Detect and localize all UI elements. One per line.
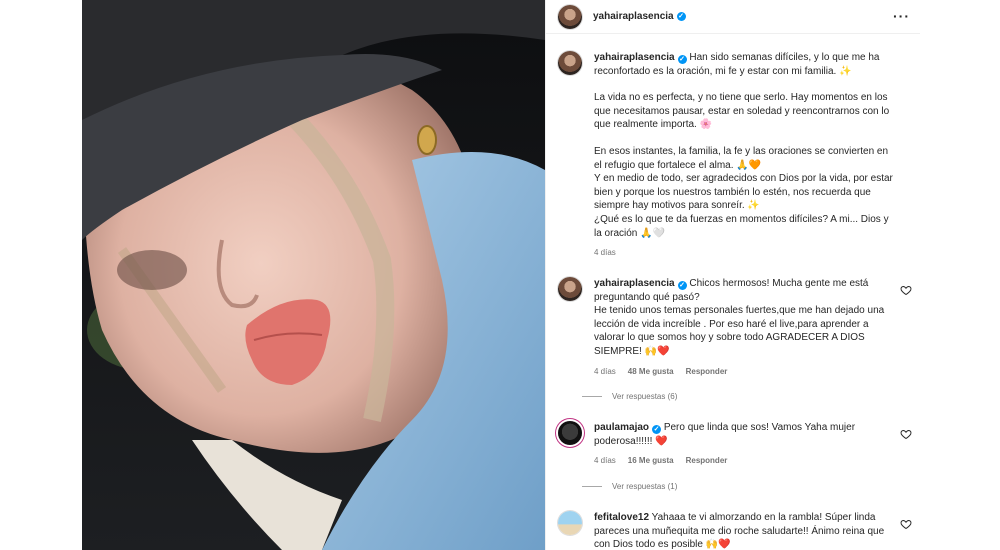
view-replies-button[interactable]: Ver respuestas (1)	[582, 482, 677, 491]
caption-paragraph-3a: En esos instantes, la familia, la fe y l…	[594, 145, 889, 171]
post-sidebar: yahairaplasencia ✓ ··· yahairaplasencia ✓…	[545, 0, 920, 550]
caption-username[interactable]: yahairaplasencia	[594, 52, 675, 63]
post-photo	[82, 0, 545, 550]
reply-button[interactable]: Responder	[686, 454, 728, 468]
comment-meta: 4 días 16 Me gusta Responder	[594, 454, 894, 468]
comment: fefitalove12 Yahaaa te vi almorzando en …	[558, 511, 918, 550]
avatar[interactable]	[558, 51, 582, 75]
like-heart-icon[interactable]	[900, 518, 912, 530]
comment-username[interactable]: fefitalove12	[594, 512, 649, 523]
caption-meta: 4 días	[594, 246, 894, 260]
reply-button[interactable]: Responder	[686, 365, 728, 379]
more-horizontal-icon[interactable]: ···	[893, 9, 910, 23]
comment-likes[interactable]: 16 Me gusta	[628, 454, 674, 468]
replies-divider	[582, 486, 602, 487]
comment-text-2: He tenido unos temas personales fuertes,…	[594, 305, 885, 357]
view-replies-button[interactable]: Ver respuestas (6)	[582, 392, 677, 401]
portrait-image	[82, 0, 545, 550]
avatar[interactable]	[558, 277, 582, 301]
like-heart-icon[interactable]	[900, 428, 912, 440]
like-heart-icon[interactable]	[900, 284, 912, 296]
post-username[interactable]: yahairaplasencia	[593, 11, 674, 22]
comment: paulamajao ✓ Pero que linda que sos! Vamo…	[558, 421, 918, 468]
comment-likes[interactable]: 48 Me gusta	[628, 365, 674, 379]
caption-time[interactable]: 4 días	[594, 246, 616, 260]
avatar[interactable]	[558, 4, 582, 29]
post-caption: yahairaplasencia ✓ Han sido semanas difíc…	[558, 51, 918, 260]
comment-meta: 4 días 48 Me gusta Responder	[594, 365, 894, 379]
caption-paragraph-3b: Y en medio de todo, ser agradecidos con …	[594, 173, 893, 212]
verified-badge-icon: ✓	[677, 281, 687, 290]
view-replies-label: Ver respuestas (1)	[612, 482, 678, 491]
comment-username[interactable]: paulamajao	[594, 422, 649, 433]
caption-paragraph-3c: ¿Qué es lo que te da fuerzas en momentos…	[594, 213, 889, 239]
caption-paragraph-2: La vida no es perfecta, y no tiene que s…	[594, 92, 890, 131]
avatar[interactable]	[558, 421, 582, 445]
comment-time[interactable]: 4 días	[594, 454, 616, 468]
verified-badge-icon: ✓	[676, 12, 686, 21]
comment-time[interactable]: 4 días	[594, 365, 616, 379]
comment: yahairaplasencia ✓ Chicos hermosos! Mucha…	[558, 277, 918, 378]
verified-badge-icon: ✓	[677, 55, 687, 64]
comment-username[interactable]: yahairaplasencia	[594, 278, 675, 289]
replies-divider	[582, 396, 602, 397]
verified-badge-icon: ✓	[652, 425, 662, 434]
view-replies-label: Ver respuestas (6)	[612, 392, 678, 401]
avatar[interactable]	[558, 511, 582, 535]
post-header: yahairaplasencia ✓ ···	[546, 0, 920, 34]
